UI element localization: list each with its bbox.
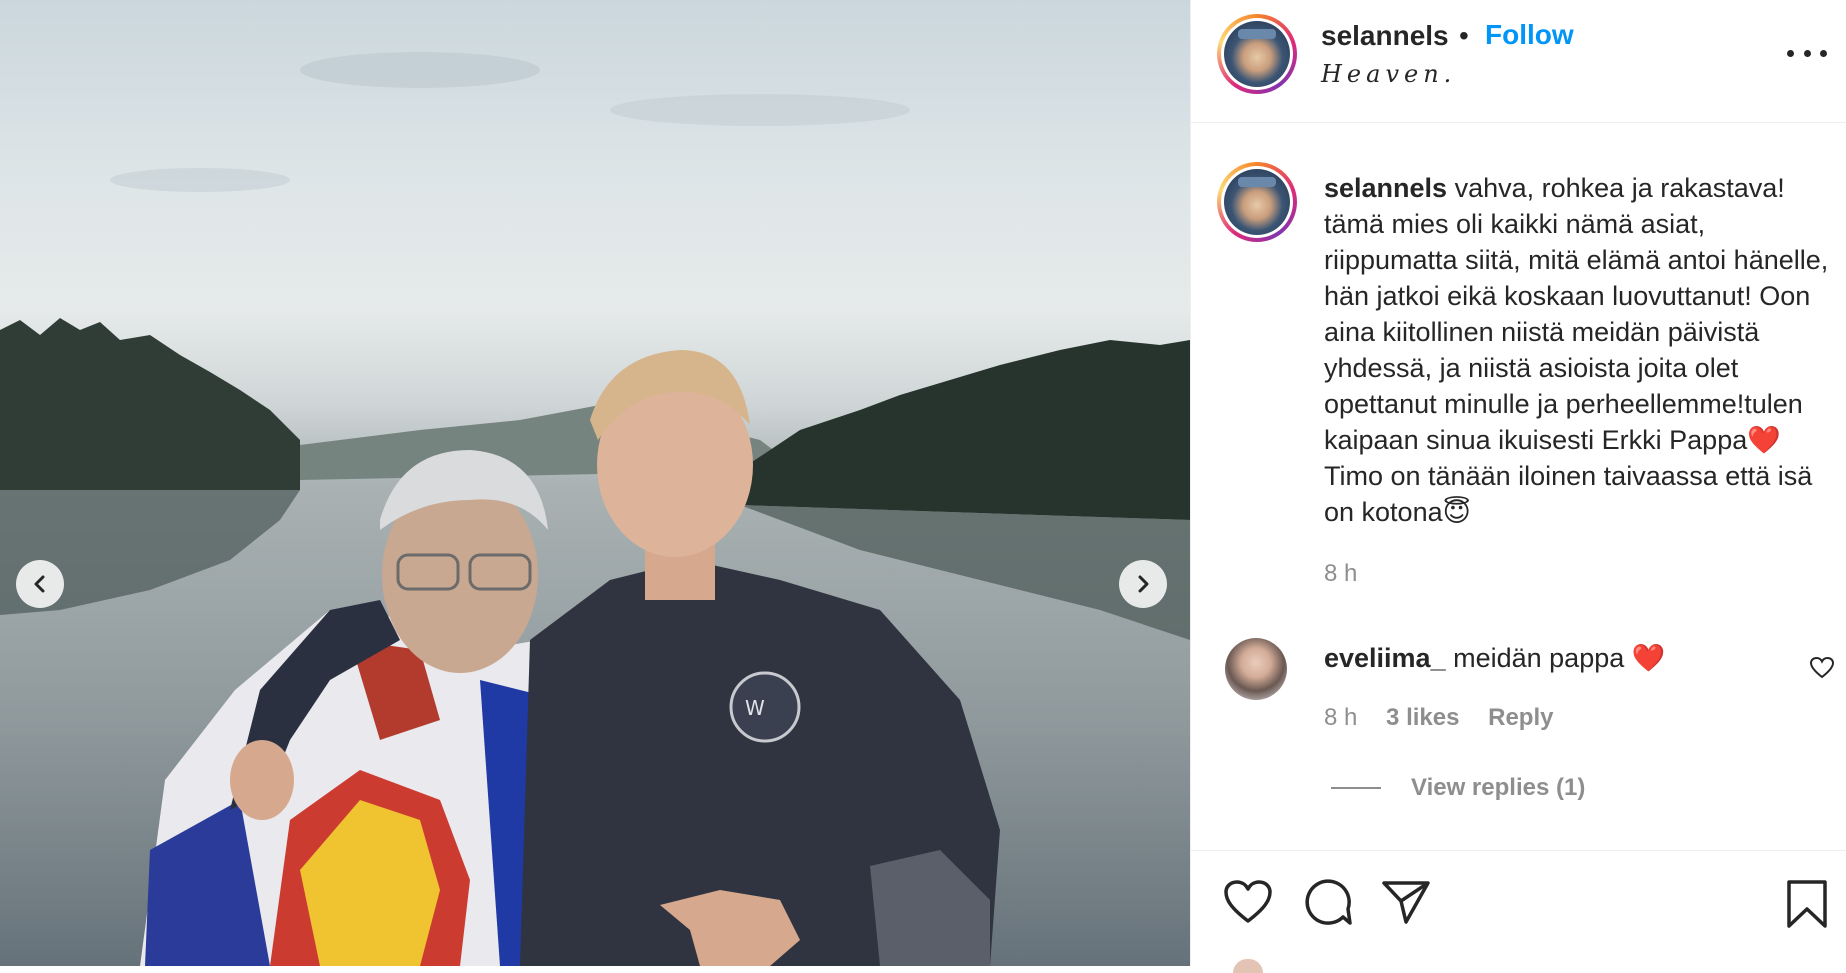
- comment-text: eveliima_ meidän pappa ❤️: [1324, 642, 1665, 674]
- heart-icon: [1224, 880, 1272, 923]
- replies-divider: [1331, 787, 1381, 789]
- share-button[interactable]: [1381, 879, 1431, 930]
- post-side-panel: selannels • Follow Heaven. selannels vah…: [1190, 0, 1846, 973]
- liker-avatar[interactable]: [1233, 959, 1263, 973]
- comment-button[interactable]: [1303, 879, 1353, 932]
- chevron-right-icon: [1138, 575, 1149, 593]
- comment-likes-count[interactable]: 3 likes: [1386, 704, 1459, 731]
- author-username[interactable]: selannels: [1321, 20, 1449, 52]
- like-button[interactable]: [1223, 879, 1273, 930]
- comment-username[interactable]: eveliima_: [1324, 643, 1446, 673]
- avatar-image: [1224, 21, 1290, 87]
- paper-plane-icon: [1382, 881, 1430, 924]
- caption-avatar[interactable]: [1217, 162, 1297, 242]
- follow-button[interactable]: Follow: [1485, 19, 1574, 51]
- caption-body: vahva, rohkea ja rakastava! tämä mies ol…: [1324, 173, 1829, 527]
- author-avatar[interactable]: [1217, 14, 1297, 94]
- header-separator: •: [1459, 20, 1469, 51]
- svg-text:W: W: [745, 696, 765, 720]
- post-header: selannels • Follow Heaven.: [1191, 0, 1846, 123]
- avatar-image: [1224, 169, 1290, 235]
- carousel-prev-button[interactable]: [16, 560, 64, 608]
- comment-like-button[interactable]: [1809, 656, 1835, 685]
- comment-body: meidän pappa ❤️: [1453, 643, 1666, 673]
- heart-icon: [1809, 656, 1835, 679]
- more-options-icon[interactable]: [1787, 40, 1827, 66]
- comment-timestamp[interactable]: 8 h: [1324, 704, 1357, 731]
- post-photo[interactable]: W: [0, 0, 1190, 966]
- caption-username[interactable]: selannels: [1324, 173, 1447, 203]
- carousel-next-button[interactable]: [1119, 560, 1167, 608]
- caption-text: selannels vahva, rohkea ja rakastava! tä…: [1324, 170, 1829, 530]
- save-button[interactable]: [1785, 879, 1829, 934]
- bookmark-icon: [1787, 880, 1827, 928]
- comment-meta: 8 h 3 likes Reply: [1324, 704, 1575, 732]
- caption-timestamp[interactable]: 8 h: [1324, 560, 1357, 588]
- chevron-left-icon: [34, 575, 45, 593]
- comment-avatar[interactable]: [1225, 638, 1287, 700]
- photo-scene: W: [0, 52, 1190, 966]
- view-replies-label: View replies (1): [1411, 774, 1586, 801]
- comment-reply-button[interactable]: Reply: [1488, 704, 1553, 731]
- post-actions-bar: [1191, 850, 1846, 973]
- post-location[interactable]: Heaven.: [1321, 60, 1456, 88]
- view-replies-button[interactable]: View replies (1): [1331, 774, 1585, 802]
- comment-icon: [1305, 879, 1352, 925]
